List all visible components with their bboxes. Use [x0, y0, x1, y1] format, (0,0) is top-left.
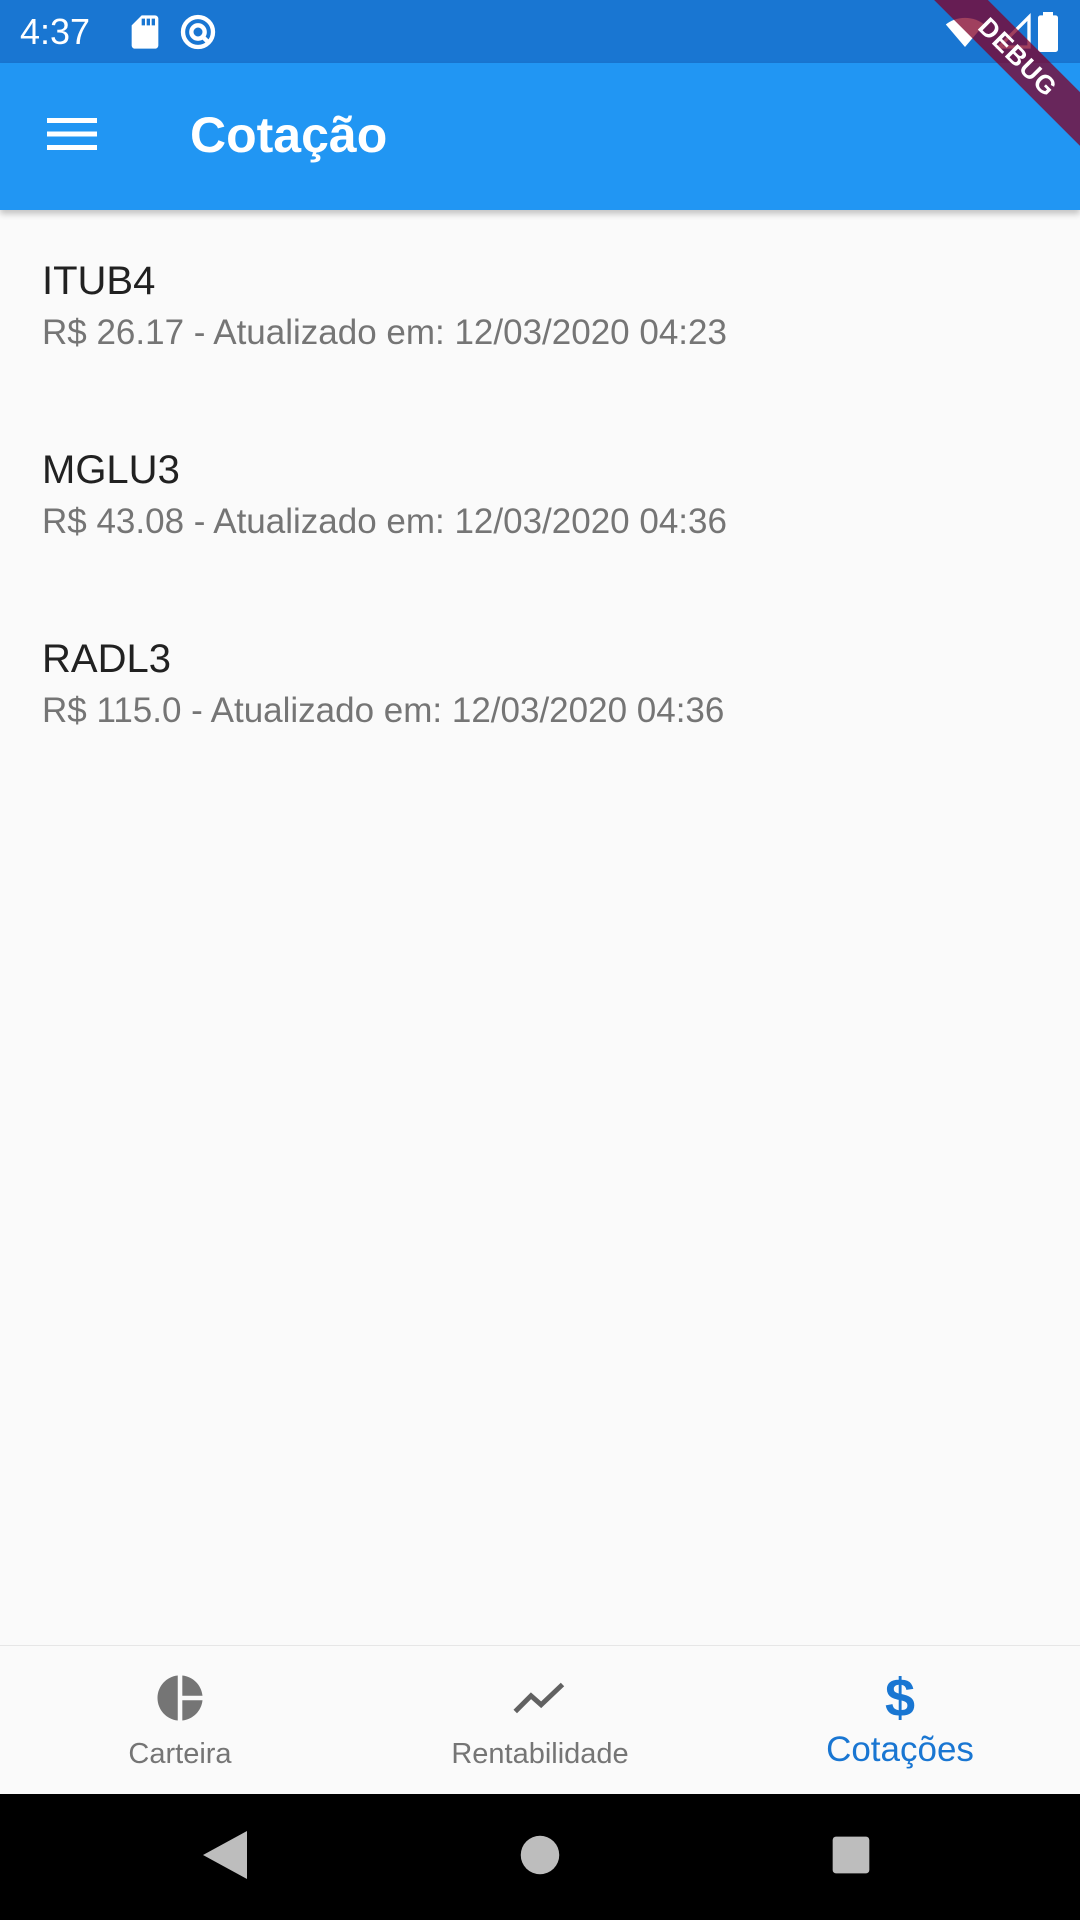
nav-label-cotacoes: Cotações — [826, 1730, 974, 1769]
quote-symbol: RADL3 — [42, 637, 171, 681]
app-bar: Cotação — [0, 63, 1080, 210]
signal-icon — [994, 12, 1034, 52]
quote-detail: R$ 26.17 - Atualizado em: 12/03/2020 04:… — [42, 313, 727, 352]
battery-icon — [1036, 12, 1062, 53]
nav-label-rentabilidade: Rentabilidade — [451, 1738, 629, 1770]
list-item[interactable]: ITUB4 R$ 26.17 - Atualizado em: 12/03/20… — [0, 210, 1080, 399]
quote-symbol: ITUB4 — [42, 259, 156, 303]
back-button[interactable] — [190, 1822, 260, 1892]
page-title: Cotação — [190, 107, 388, 163]
sd-card-icon — [125, 12, 165, 52]
dollar-icon: $ — [884, 1668, 916, 1728]
nav-label-carteira: Carteira — [128, 1738, 232, 1770]
home-button[interactable] — [505, 1822, 575, 1892]
home-icon — [519, 1834, 561, 1881]
nav-item-carteira[interactable]: Carteira — [0, 1646, 360, 1795]
back-icon — [203, 1830, 247, 1884]
list-item[interactable]: MGLU3 R$ 43.08 - Atualizado em: 12/03/20… — [0, 399, 1080, 588]
system-navigation-bar — [0, 1794, 1080, 1920]
quote-detail: R$ 43.08 - Atualizado em: 12/03/2020 04:… — [42, 502, 727, 541]
quote-symbol: MGLU3 — [42, 448, 180, 492]
status-bar: 4:37 — [0, 0, 1080, 63]
quote-list: ITUB4 R$ 26.17 - Atualizado em: 12/03/20… — [0, 210, 1080, 777]
status-time: 4:37 — [20, 11, 91, 52]
pie-chart-icon — [152, 1670, 208, 1726]
recents-icon — [831, 1835, 871, 1880]
bottom-navigation: Carteira Rentabilidade $ Cotações — [0, 1645, 1080, 1795]
trending-icon — [512, 1670, 568, 1726]
nav-item-rentabilidade[interactable]: Rentabilidade — [360, 1646, 720, 1795]
sync-icon — [178, 12, 218, 52]
nav-item-cotacoes[interactable]: $ Cotações — [720, 1646, 1080, 1795]
menu-button[interactable] — [24, 91, 120, 181]
menu-icon — [47, 116, 97, 157]
screen: 4:37 DEBUG Cotação ITUB4 R$ 26.17 - Atua… — [0, 0, 1080, 1920]
wifi-icon — [944, 12, 985, 52]
recents-button[interactable] — [816, 1822, 886, 1892]
list-item[interactable]: RADL3 R$ 115.0 - Atualizado em: 12/03/20… — [0, 588, 1080, 777]
quote-detail: R$ 115.0 - Atualizado em: 12/03/2020 04:… — [42, 691, 725, 730]
